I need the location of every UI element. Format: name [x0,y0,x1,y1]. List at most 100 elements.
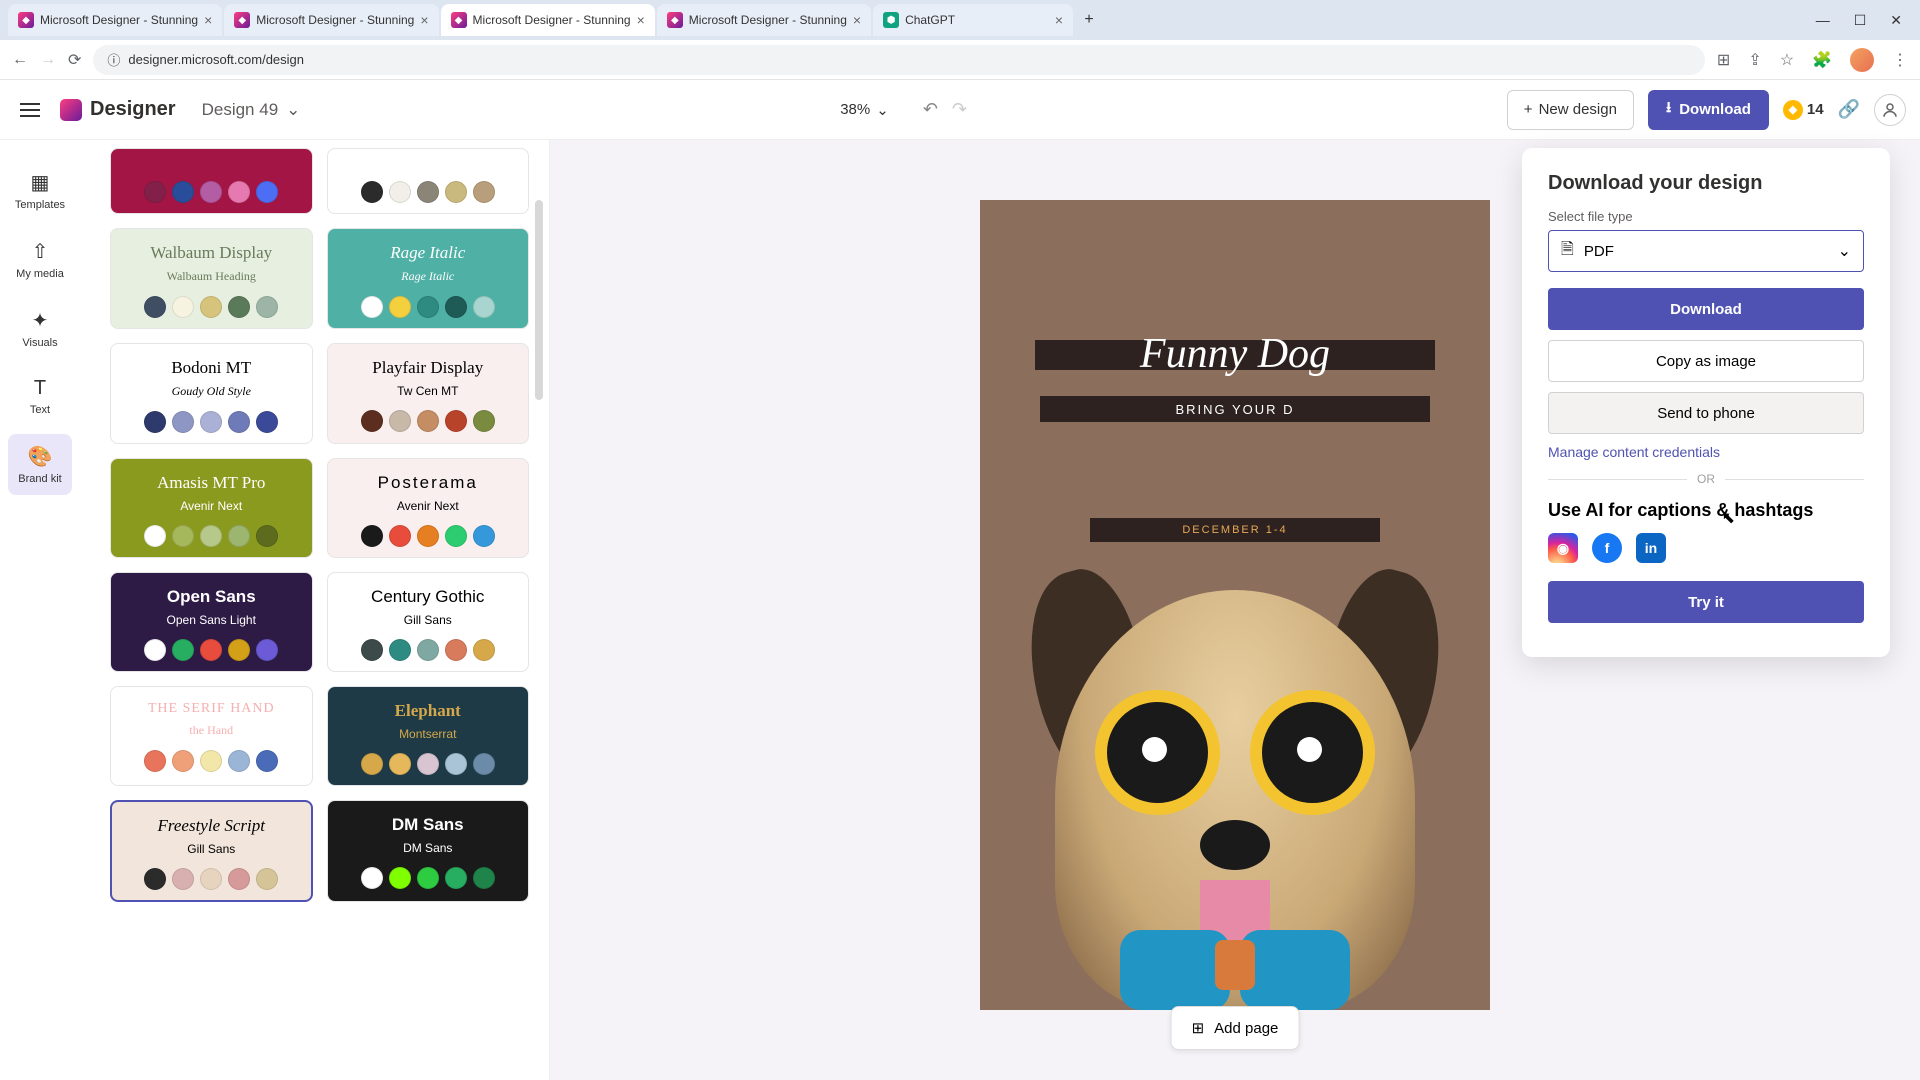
browser-tab[interactable]: ◆Microsoft Designer - Stunning× [441,4,655,36]
menu-icon[interactable] [14,97,46,123]
tab-title: ChatGPT [905,13,955,27]
file-type-select[interactable]: 🗎 PDF ⌄ [1548,230,1864,272]
color-swatch [200,639,222,661]
brand-kit-card[interactable]: Playfair DisplayTw Cen MT [327,343,530,444]
close-tab-icon[interactable]: × [204,12,212,28]
color-palette [361,296,495,318]
logo[interactable]: Designer [60,98,176,121]
sidebar-item-text[interactable]: T Text [8,367,72,426]
undo-icon[interactable]: ↶ [923,99,938,120]
brand-primary-font: Freestyle Script [158,816,265,836]
browser-menu-icon[interactable]: ⋮ [1892,50,1908,70]
design-canvas[interactable]: Funny Dog BRING YOUR D DECEMBER 1-4 [980,200,1490,1010]
manage-credentials-link[interactable]: Manage content credentials [1548,444,1864,460]
close-tab-icon[interactable]: × [637,12,645,28]
color-swatch [361,181,383,203]
brand-kit-card[interactable] [110,148,313,214]
canvas-title[interactable]: Funny Dog [980,330,1490,378]
color-swatch [144,525,166,547]
site-info-icon[interactable]: ⓘ [107,50,120,69]
download-button[interactable]: ⭳ Download [1648,90,1769,130]
browser-tab[interactable]: ◆Microsoft Designer - Stunning× [657,4,871,36]
sidebar-label: Templates [15,199,65,211]
account-icon[interactable] [1874,94,1906,126]
instagram-icon[interactable]: ◉ [1548,533,1578,563]
brand-kit-panel: Walbaum DisplayWalbaum HeadingRage Itali… [80,140,550,1080]
color-palette [144,525,278,547]
color-swatch [256,750,278,772]
brand-kit-card[interactable]: PosteramaAvenir Next [327,458,530,558]
brand-kit-card[interactable]: Walbaum DisplayWalbaum Heading [110,228,313,329]
new-tab-button[interactable]: + [1075,6,1103,34]
extensions-icon[interactable]: 🧩 [1812,50,1832,70]
bookmark-icon[interactable]: ☆ [1780,50,1794,70]
tab-title: Microsoft Designer - Stunning [473,13,631,27]
brand-kit-card[interactable] [327,148,530,214]
brand-primary-font: Amasis MT Pro [157,473,265,493]
credits-badge[interactable]: ◆ 14 [1783,100,1824,120]
brand-kit-card[interactable]: DM SansDM Sans [327,800,530,902]
copy-as-image-button[interactable]: Copy as image [1548,340,1864,382]
brand-kit-card[interactable]: Bodoni MTGoudy Old Style [110,343,313,444]
back-icon[interactable]: ← [12,51,28,69]
popup-download-button[interactable]: Download [1548,288,1864,330]
design-name-dropdown[interactable]: Design 49 ⌄ [202,100,301,120]
facebook-icon[interactable]: f [1592,533,1622,563]
sidebar-label: Brand kit [18,473,61,485]
redo-icon[interactable]: ↷ [952,99,967,120]
close-tab-icon[interactable]: × [420,12,428,28]
close-tab-icon[interactable]: × [853,12,861,28]
add-page-button[interactable]: ⊞ Add page [1171,1006,1300,1050]
sidebar-item-brandkit[interactable]: 🎨 Brand kit [8,434,72,495]
color-swatch [200,181,222,203]
color-swatch [473,525,495,547]
color-palette [361,867,495,889]
scrollbar-thumb[interactable] [535,200,543,400]
brand-kit-card[interactable]: Open SansOpen Sans Light [110,572,313,672]
send-to-phone-button[interactable]: Send to phone [1548,392,1864,434]
brand-kit-card[interactable]: ElephantMontserrat [327,686,530,786]
brand-secondary-font: Avenir Next [180,499,242,513]
browser-tab[interactable]: ⬢ChatGPT× [873,4,1073,36]
color-swatch [417,296,439,318]
profile-avatar[interactable] [1850,48,1874,72]
canvas-area[interactable]: Funny Dog BRING YOUR D DECEMBER 1-4 ⊞ Ad… [550,140,1920,1080]
canvas-date[interactable]: DECEMBER 1-4 [1090,518,1380,542]
brand-primary-font: Posterama [378,473,478,493]
zoom-control[interactable]: 38% ⌄ [840,101,889,119]
browser-tab[interactable]: ◆Microsoft Designer - Stunning× [8,4,222,36]
share-icon[interactable]: ⇪ [1748,50,1761,70]
address-bar[interactable]: ⓘ designer.microsoft.com/design [93,45,1705,75]
brand-kit-card[interactable]: Amasis MT Pro Avenir Next [110,458,313,558]
sidebar-item-visuals[interactable]: ✦ Visuals [8,298,72,359]
maximize-icon[interactable]: ☐ [1854,12,1867,29]
dog-image[interactable] [1015,540,1455,1010]
sidebar-item-templates[interactable]: ▦ Templates [8,160,72,221]
color-palette [144,296,278,318]
brand-kit-card[interactable]: THE SERIF HANDthe Hand [110,686,313,786]
color-swatch [417,639,439,661]
canvas-subtitle[interactable]: BRING YOUR D [1040,396,1430,422]
color-swatch [200,411,222,433]
install-app-icon[interactable]: ⊞ [1717,50,1730,70]
minimize-icon[interactable]: — [1816,12,1830,29]
color-swatch [361,296,383,318]
close-window-icon[interactable]: ✕ [1890,12,1902,29]
forward-icon[interactable]: → [40,51,56,69]
linkedin-icon[interactable]: in [1636,533,1666,563]
new-design-button[interactable]: + New design [1507,90,1634,130]
reload-icon[interactable]: ⟳ [68,50,81,70]
brand-kit-card[interactable]: Rage ItalicRage Italic [327,228,530,329]
brand-kit-card[interactable]: Freestyle ScriptGill Sans [110,800,313,902]
share-link-icon[interactable]: 🔗 [1838,99,1860,120]
sidebar-item-mymedia[interactable]: ⇧ My media [8,229,72,290]
brand-kit-card[interactable]: Century GothicGill Sans [327,572,530,672]
color-swatch [473,410,495,432]
color-swatch [172,750,194,772]
browser-tab[interactable]: ◆Microsoft Designer - Stunning× [224,4,438,36]
try-it-button[interactable]: Try it [1548,581,1864,623]
close-tab-icon[interactable]: × [1055,12,1063,28]
color-palette [144,868,278,890]
chevron-down-icon: ⌄ [286,100,300,120]
color-swatch [228,868,250,890]
